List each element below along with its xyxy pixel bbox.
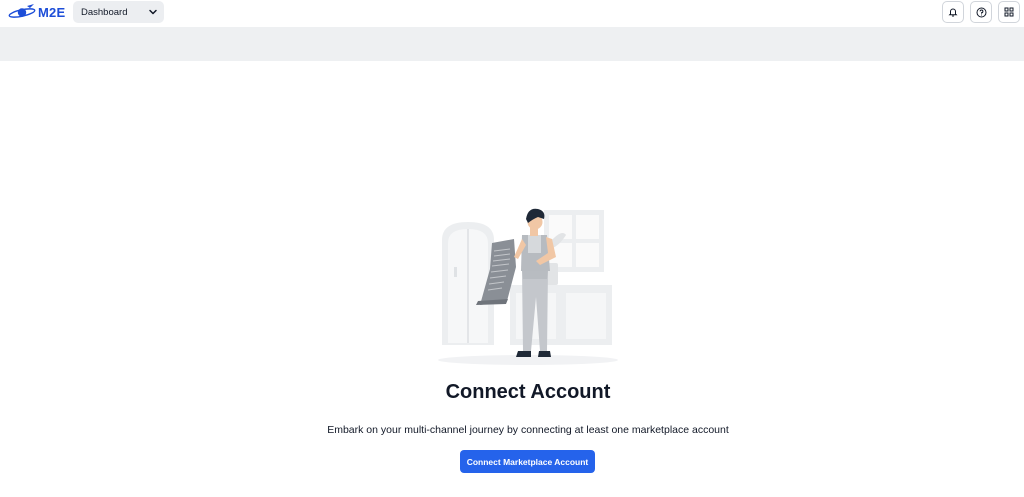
notifications-button[interactable] [942, 1, 964, 23]
page-description: Embark on your multi-channel journey by … [327, 424, 729, 436]
chevron-down-icon [149, 9, 157, 15]
empty-state-illustration [438, 208, 618, 365]
bell-icon [948, 8, 958, 17]
m2e-logo[interactable]: M2E [7, 2, 65, 22]
logo-text: M2E [38, 4, 66, 20]
apps-button[interactable] [998, 1, 1020, 23]
connect-marketplace-account-button[interactable]: Connect Marketplace Account [460, 450, 595, 473]
apps-grid-icon [1004, 7, 1014, 17]
help-circle-icon [976, 7, 986, 17]
page-header-band [0, 27, 1024, 61]
top-bar: M2E Dashboard [0, 0, 1024, 26]
page-title: Connect Account [445, 381, 611, 403]
dashboard-select-value: Dashboard [81, 6, 128, 18]
dashboard-select[interactable]: Dashboard [73, 1, 164, 23]
logo-planet-icon [8, 4, 36, 18]
help-button[interactable] [970, 1, 992, 23]
